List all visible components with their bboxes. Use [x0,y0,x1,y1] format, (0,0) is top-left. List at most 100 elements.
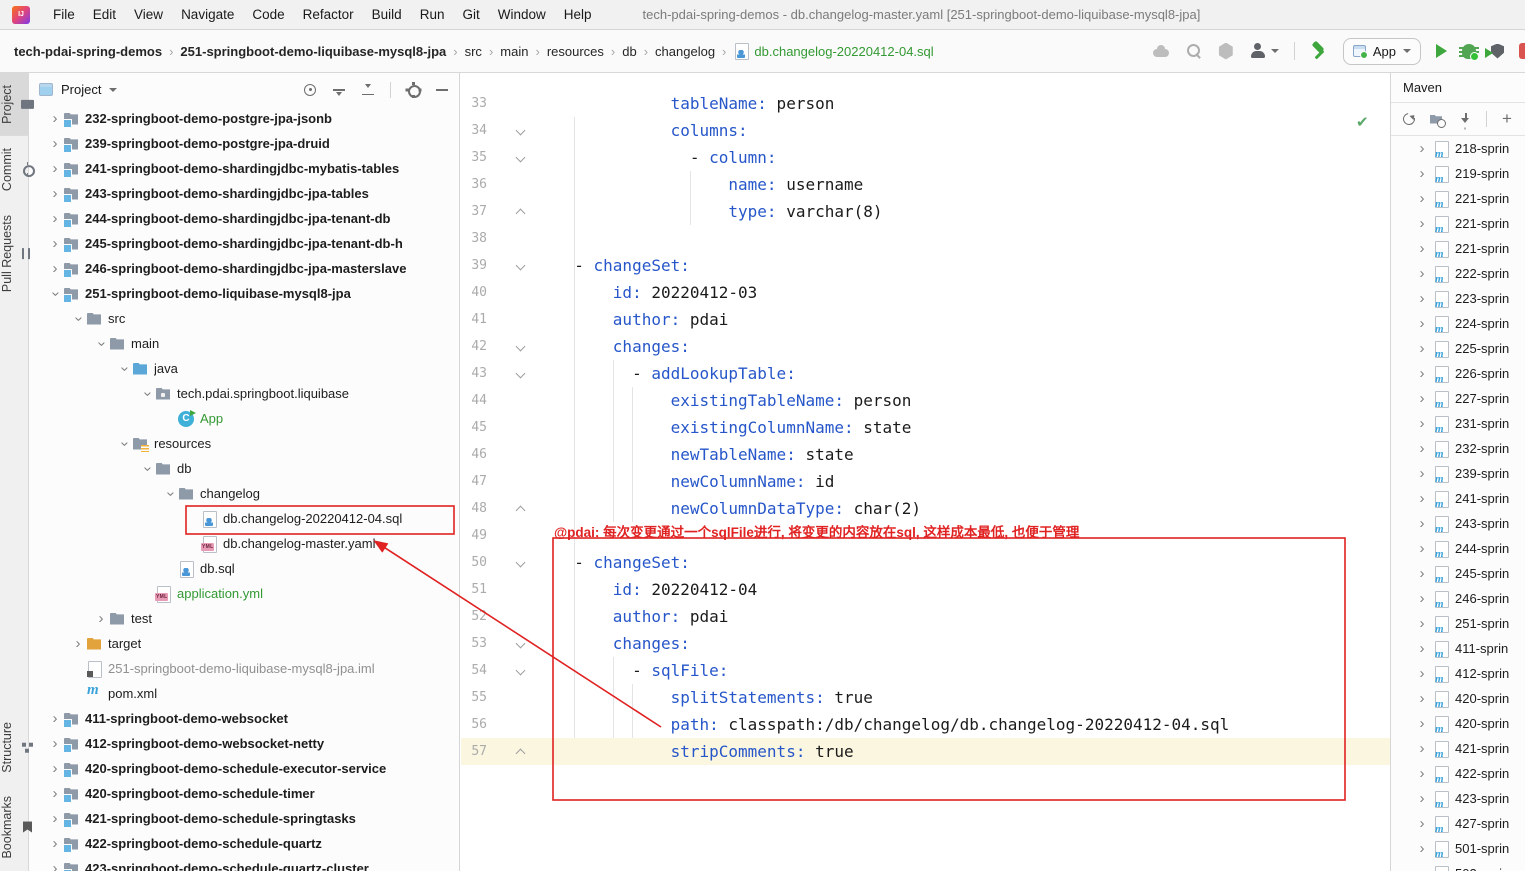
fold-marker-icon[interactable] [493,225,535,252]
tree-row[interactable]: db [29,456,459,481]
tool-window-tab[interactable]: Bookmarks [0,784,29,871]
services-icon[interactable] [1218,42,1233,60]
tree-chevron-icon[interactable] [1411,292,1433,306]
tree-chevron-icon[interactable] [1411,267,1433,281]
tree-chevron-icon[interactable] [162,487,178,501]
chevron-down-icon[interactable] [109,87,118,92]
fold-marker-icon[interactable] [493,468,535,495]
tree-chevron-icon[interactable] [139,387,155,401]
tree-row[interactable]: 245-springboot-demo-shardingjdbc-jpa-ten… [29,231,459,256]
tree-row[interactable]: test [29,606,459,631]
gear-icon[interactable] [406,81,421,98]
tree-chevron-icon[interactable] [93,612,109,626]
tree-row[interactable]: src [29,306,459,331]
tree-chevron-icon[interactable] [1411,742,1433,756]
tree-chevron-icon[interactable] [1411,217,1433,231]
tree-chevron-icon[interactable] [139,462,155,476]
search-everywhere-icon[interactable] [1185,42,1203,60]
menu-item[interactable]: Help [555,0,601,30]
fold-marker-icon[interactable] [493,657,535,684]
tree-row[interactable]: 251-springboot-demo-liquibase-mysql8-jpa… [29,656,459,681]
tree-chevron-icon[interactable] [1411,617,1433,631]
tree-chevron-icon[interactable] [47,212,63,226]
tree-chevron-icon[interactable] [70,637,86,651]
tree-chevron-icon[interactable] [47,237,63,251]
fold-marker-icon[interactable] [493,360,535,387]
menu-item[interactable]: View [125,0,172,30]
tree-row[interactable]: db.sql [29,556,459,581]
menu-item[interactable]: Navigate [172,0,243,30]
breadcrumb-item[interactable]: src [465,44,501,59]
code-editor[interactable]: 33 tableName: person 34 columns: 35 - co… [461,73,1390,871]
tree-chevron-icon[interactable] [1411,717,1433,731]
run-button[interactable] [1436,44,1447,58]
tree-chevron-icon[interactable] [1411,192,1433,206]
fold-marker-icon[interactable] [493,117,535,144]
tool-window-tab[interactable]: Structure [0,710,29,785]
fold-marker-icon[interactable] [493,90,535,117]
breadcrumb-item[interactable]: db [622,44,655,59]
maven-project-row[interactable]: 501-sprin [1391,836,1525,861]
tree-chevron-icon[interactable] [1411,567,1433,581]
fold-marker-icon[interactable] [493,711,535,738]
tree-chevron-icon[interactable] [1411,542,1433,556]
download-sources-icon[interactable] [1458,112,1473,127]
generate-sources-icon[interactable] [1430,112,1446,128]
maven-project-row[interactable]: 221-sprin [1391,186,1525,211]
coverage-button[interactable] [1485,43,1504,59]
maven-project-row[interactable]: 231-sprin [1391,411,1525,436]
debug-button[interactable] [1459,44,1479,61]
maven-project-row[interactable]: 224-sprin [1391,311,1525,336]
fold-marker-icon[interactable] [493,414,535,441]
inspections-ok-icon[interactable] [1356,113,1369,131]
tree-row[interactable]: 422-springboot-demo-schedule-quartz [29,831,459,856]
tree-row[interactable]: resources [29,431,459,456]
tree-chevron-icon[interactable] [1411,667,1433,681]
fold-marker-icon[interactable] [493,333,535,360]
maven-project-row[interactable]: 243-sprin [1391,511,1525,536]
tree-chevron-icon[interactable] [1411,167,1433,181]
tree-chevron-icon[interactable] [47,137,63,151]
maven-project-row[interactable]: 502-sprin [1391,861,1525,871]
hide-panel-icon[interactable] [435,83,449,97]
add-maven-project-icon[interactable] [1500,109,1515,129]
menu-item[interactable]: Run [411,0,454,30]
tree-chevron-icon[interactable] [47,112,63,126]
fold-marker-icon[interactable] [493,306,535,333]
run-configuration-combo[interactable]: App [1342,37,1421,65]
fold-marker-icon[interactable] [493,441,535,468]
fold-marker-icon[interactable] [493,387,535,414]
fold-marker-icon[interactable] [493,252,535,279]
fold-marker-icon[interactable] [493,495,535,522]
breadcrumb-item[interactable]: changelog [655,44,733,59]
maven-project-row[interactable]: 219-sprin [1391,161,1525,186]
fold-marker-icon[interactable] [493,171,535,198]
breadcrumb-item[interactable]: 251-springboot-demo-liquibase-mysql8-jpa [180,44,464,59]
tree-row[interactable]: db.changelog-20220412-04.sql [29,506,459,531]
maven-project-row[interactable]: 223-sprin [1391,286,1525,311]
tree-chevron-icon[interactable] [1411,392,1433,406]
maven-project-row[interactable]: 227-sprin [1391,386,1525,411]
tree-row[interactable]: 244-springboot-demo-shardingjdbc-jpa-ten… [29,206,459,231]
tree-row[interactable]: 421-springboot-demo-schedule-springtasks [29,806,459,831]
user-menu[interactable] [1249,42,1279,60]
tree-row[interactable]: 423-springboot-demo-schedule-quartz-clus… [29,856,459,871]
menu-item[interactable]: Build [363,0,411,30]
tree-row[interactable]: 239-springboot-demo-postgre-jpa-druid [29,131,459,156]
tree-chevron-icon[interactable] [1411,467,1433,481]
maven-project-row[interactable]: 244-sprin [1391,536,1525,561]
fold-marker-icon[interactable] [493,198,535,225]
tree-chevron-icon[interactable] [1411,242,1433,256]
tree-chevron-icon[interactable] [116,362,132,376]
tree-chevron-icon[interactable] [1411,517,1433,531]
tool-window-tab[interactable]: Commit [0,136,29,203]
tree-row[interactable]: 411-springboot-demo-websocket [29,706,459,731]
tree-chevron-icon[interactable] [47,737,63,751]
tree-row[interactable]: 246-springboot-demo-shardingjdbc-jpa-mas… [29,256,459,281]
select-opened-file-icon[interactable] [303,83,317,97]
tree-row[interactable]: pom.xml [29,681,459,706]
maven-project-row[interactable]: 241-sprin [1391,486,1525,511]
tree-row[interactable]: db.changelog-master.yaml [29,531,459,556]
tree-chevron-icon[interactable] [1411,142,1433,156]
fold-marker-icon[interactable] [493,522,535,549]
